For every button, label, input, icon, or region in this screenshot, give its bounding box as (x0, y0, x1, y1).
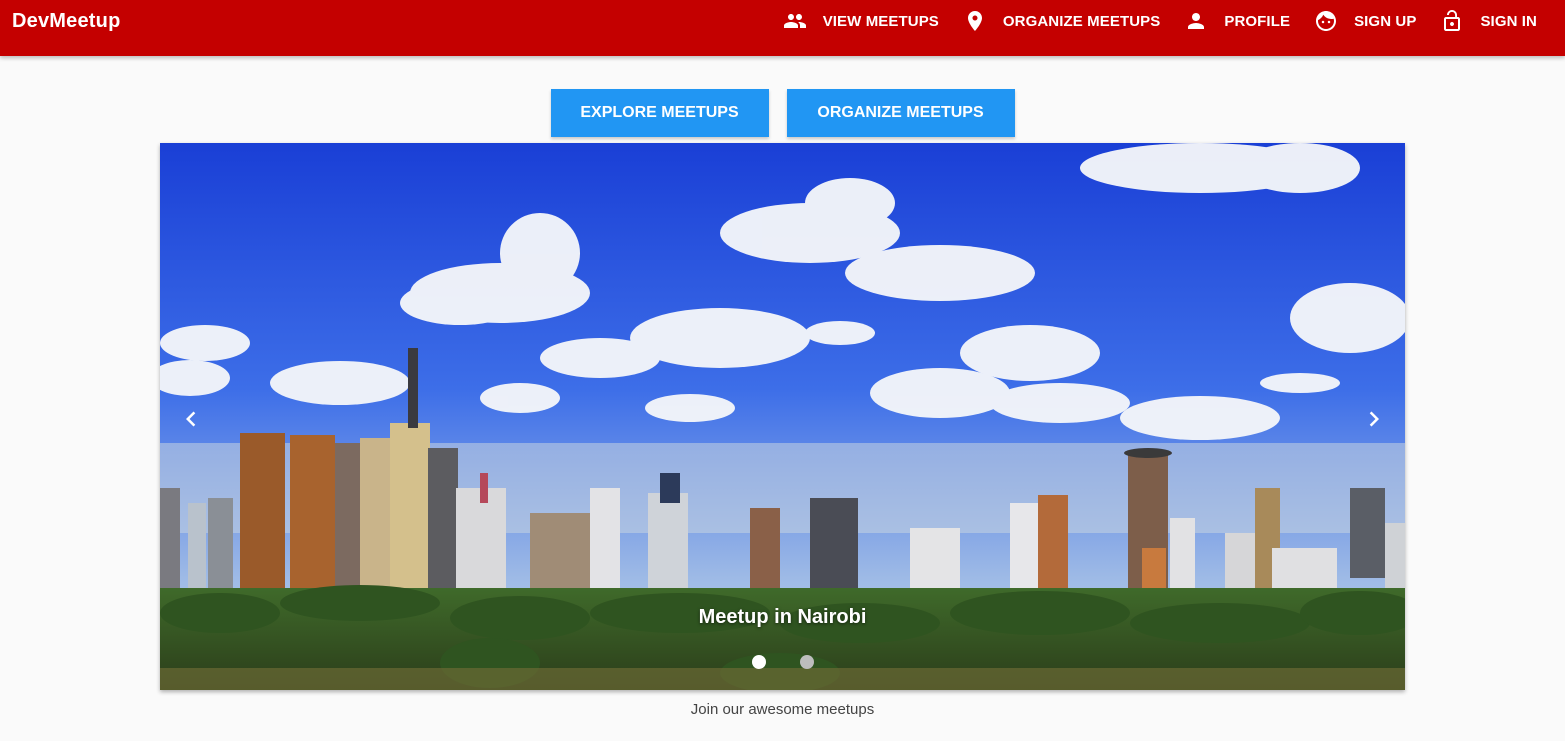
nav-profile[interactable]: PROFILE (1172, 0, 1302, 42)
chevron-right-icon (1369, 411, 1379, 427)
person-icon (1188, 13, 1205, 29)
nav-bar: VIEW MEETUPS ORGANIZE MEETUPS PROFILE SI… (771, 0, 1549, 42)
carousel-next-button[interactable] (1356, 401, 1392, 437)
lock-open-icon (1444, 10, 1461, 31)
nav-profile-label: PROFILE (1224, 12, 1291, 30)
nav-organize-meetups-label: ORGANIZE MEETUPS (1002, 12, 1161, 30)
carousel-indicators (160, 655, 1405, 669)
carousel-prev-button[interactable] (173, 401, 209, 437)
people-icon (783, 14, 806, 28)
app-toolbar: DevMeetup VIEW MEETUPS ORGANIZE MEETUPS … (0, 0, 1565, 56)
tagline: Join our awesome meetups (690, 701, 875, 718)
explore-meetups-button[interactable]: EXPLORE MEETUPS (550, 89, 769, 137)
face-icon (1316, 11, 1337, 31)
nav-view-meetups-label: VIEW MEETUPS (822, 12, 939, 30)
nav-sign-in[interactable]: SIGN IN (1428, 0, 1549, 42)
nav-sign-up-label: SIGN UP (1354, 12, 1417, 30)
nav-sign-up[interactable]: SIGN UP (1302, 0, 1428, 42)
nav-organize-meetups[interactable]: ORGANIZE MEETUPS (951, 0, 1172, 42)
carousel-dot[interactable] (751, 655, 766, 669)
carousel-dot[interactable] (799, 655, 814, 669)
location-pin-icon (967, 11, 982, 31)
action-buttons: EXPLORE MEETUPS ORGANIZE MEETUPS (0, 89, 1565, 137)
nav-sign-in-label: SIGN IN (1480, 12, 1537, 30)
meetup-carousel[interactable]: Meetup in Nairobi (160, 143, 1405, 690)
organize-meetups-button[interactable]: ORGANIZE MEETUPS (786, 89, 1015, 137)
chevron-left-icon (186, 411, 196, 427)
app-title[interactable]: DevMeetup (12, 0, 121, 42)
carousel-caption: Meetup in Nairobi (698, 606, 867, 628)
nav-view-meetups[interactable]: VIEW MEETUPS (771, 0, 951, 42)
